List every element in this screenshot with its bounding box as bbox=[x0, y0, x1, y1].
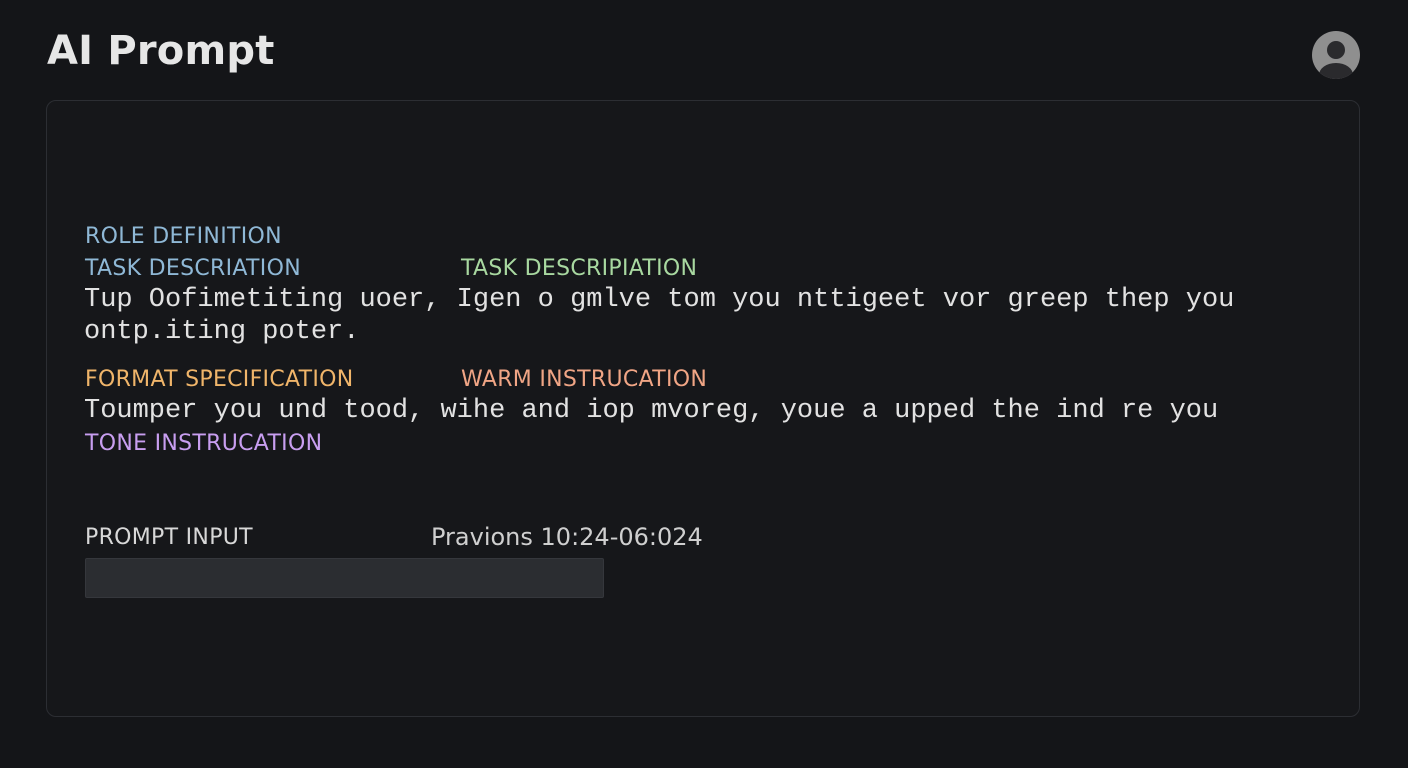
prompt-body-line-1: Tup Oofimetiting uoer, Igen o gmlve tom … bbox=[84, 285, 1235, 315]
prompt-editor-panel: ROLE DEFINITION TASK DESCRIATION TASK DE… bbox=[46, 100, 1360, 717]
warm-instruction-label: WARM INSTRUCATION bbox=[461, 367, 708, 392]
tone-instruction-label: TONE INSTRUCATION bbox=[85, 431, 323, 456]
prompt-input[interactable] bbox=[85, 558, 604, 598]
role-definition-label: ROLE DEFINITION bbox=[85, 224, 282, 249]
task-description-label: TASK DESCRIATION bbox=[85, 256, 301, 281]
task-description-secondary-label: TASK DESCRIPIATION bbox=[461, 256, 698, 281]
format-specification-label: FORMAT SPECIFICATION bbox=[85, 367, 354, 392]
prompt-input-label: PROMPT INPUT bbox=[85, 525, 253, 550]
page-title: AI Prompt bbox=[47, 28, 275, 74]
prompt-body-line-2: ontp.iting poter. bbox=[84, 317, 360, 347]
prompt-body-line-3: Toumper you und tood, wihe and iop mvore… bbox=[84, 396, 1219, 426]
previous-timestamp: Pravions 10:24-06:024 bbox=[431, 523, 703, 551]
user-avatar-icon[interactable] bbox=[1312, 31, 1360, 79]
